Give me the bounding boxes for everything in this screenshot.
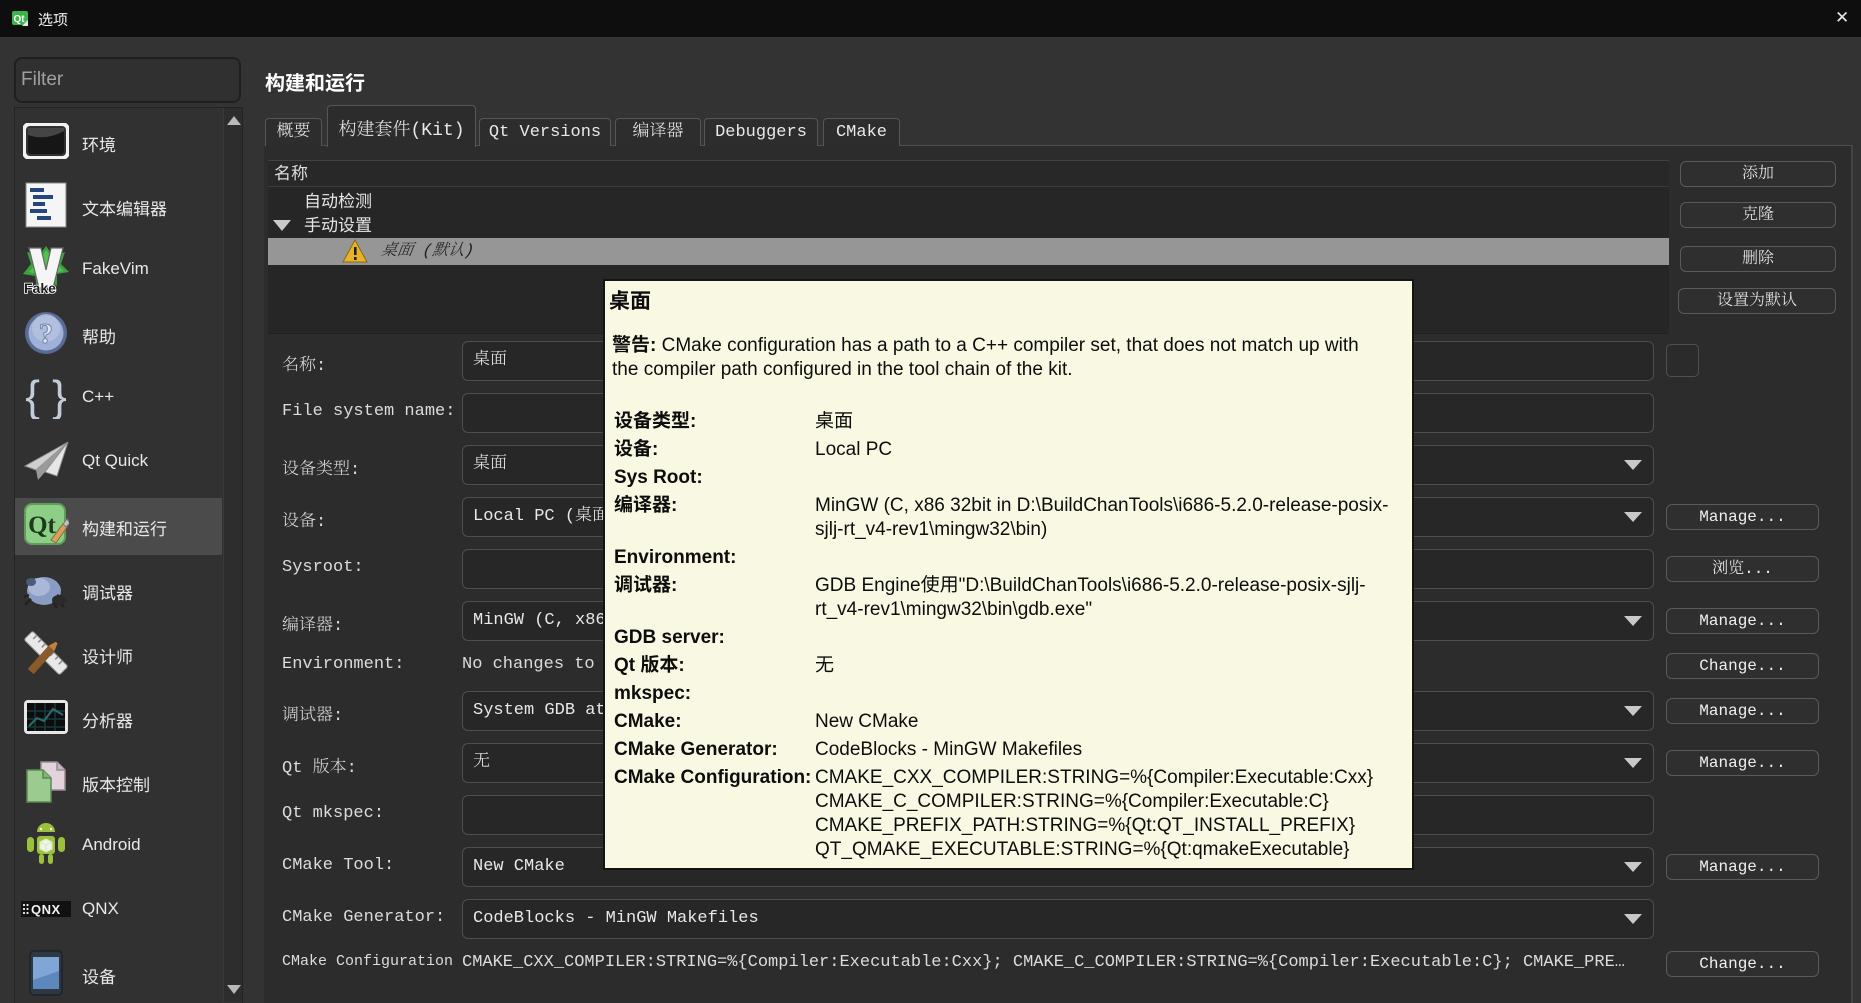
svg-text:Fake: Fake — [24, 280, 56, 294]
svg-text:Qt: Qt — [28, 512, 56, 539]
svg-text:?: ? — [39, 319, 53, 350]
svg-text:QNX: QNX — [31, 902, 61, 917]
svg-text:{ }: { } — [25, 375, 67, 419]
svg-text:Qt: Qt — [13, 14, 25, 25]
